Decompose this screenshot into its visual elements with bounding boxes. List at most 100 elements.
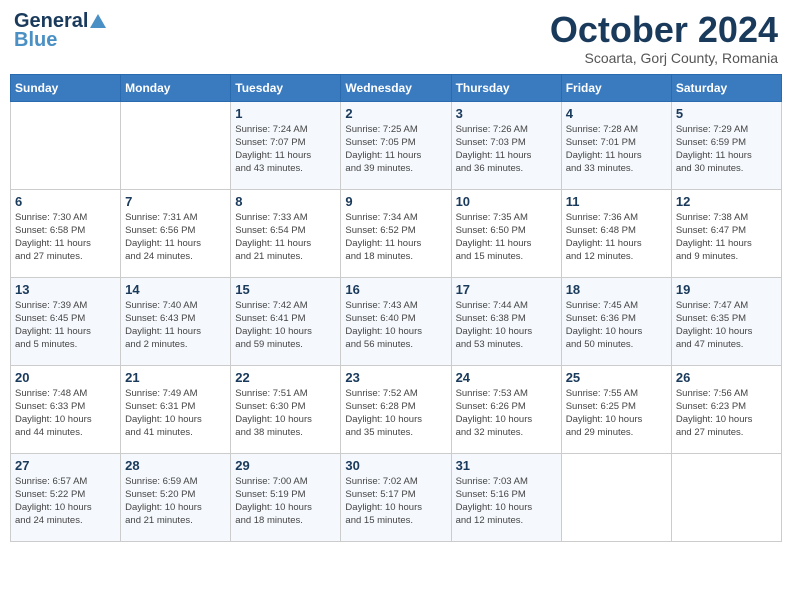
day-number: 21	[125, 370, 226, 385]
column-header-tuesday: Tuesday	[231, 74, 341, 101]
day-cell: 30 Sunrise: 7:02 AM Sunset: 5:17 PM Dayli…	[341, 453, 451, 541]
day-info: Sunrise: 7:00 AM Sunset: 5:19 PM Dayligh…	[235, 475, 336, 528]
month-title: October 2024	[550, 10, 778, 50]
week-row-4: 20Sunrise: 7:48 AM Sunset: 6:33 PM Dayli…	[11, 365, 782, 453]
day-number: 25	[566, 370, 667, 385]
day-info: Sunrise: 7:36 AM Sunset: 6:48 PM Dayligh…	[566, 211, 667, 264]
day-info: Sunrise: 7:52 AM Sunset: 6:28 PM Dayligh…	[345, 387, 446, 440]
day-cell	[121, 101, 231, 189]
day-number: 10	[456, 194, 557, 209]
day-cell: 23 Sunrise: 7:52 AM Sunset: 6:28 PM Dayli…	[341, 365, 451, 453]
day-number: 24	[456, 370, 557, 385]
day-info: Sunrise: 7:28 AM Sunset: 7:01 PM Dayligh…	[566, 123, 667, 176]
day-cell: 14 Sunrise: 7:40 AM Sunset: 6:43 PM Dayli…	[121, 277, 231, 365]
week-row-2: 6Sunrise: 7:30 AM Sunset: 6:58 PM Daylig…	[11, 189, 782, 277]
day-cell: 18 Sunrise: 7:45 AM Sunset: 6:36 PM Dayli…	[561, 277, 671, 365]
day-info: Sunrise: 7:38 AM Sunset: 6:47 PM Dayligh…	[676, 211, 777, 264]
column-header-monday: Monday	[121, 74, 231, 101]
day-cell: 26 Sunrise: 7:56 AM Sunset: 6:23 PM Dayli…	[671, 365, 781, 453]
day-number: 31	[456, 458, 557, 473]
day-number: 8	[235, 194, 336, 209]
day-number: 11	[566, 194, 667, 209]
day-info: Sunrise: 6:59 AM Sunset: 5:20 PM Dayligh…	[125, 475, 226, 528]
calendar-table: SundayMondayTuesdayWednesdayThursdayFrid…	[10, 74, 782, 542]
day-number: 13	[15, 282, 116, 297]
day-info: Sunrise: 7:55 AM Sunset: 6:25 PM Dayligh…	[566, 387, 667, 440]
day-info: Sunrise: 7:51 AM Sunset: 6:30 PM Dayligh…	[235, 387, 336, 440]
day-number: 30	[345, 458, 446, 473]
day-info: Sunrise: 7:56 AM Sunset: 6:23 PM Dayligh…	[676, 387, 777, 440]
day-info: Sunrise: 7:45 AM Sunset: 6:36 PM Dayligh…	[566, 299, 667, 352]
day-number: 17	[456, 282, 557, 297]
day-cell: 17 Sunrise: 7:44 AM Sunset: 6:38 PM Dayli…	[451, 277, 561, 365]
day-info: Sunrise: 7:42 AM Sunset: 6:41 PM Dayligh…	[235, 299, 336, 352]
day-number: 26	[676, 370, 777, 385]
column-header-thursday: Thursday	[451, 74, 561, 101]
day-cell: 11 Sunrise: 7:36 AM Sunset: 6:48 PM Dayli…	[561, 189, 671, 277]
day-info: Sunrise: 7:43 AM Sunset: 6:40 PM Dayligh…	[345, 299, 446, 352]
day-info: Sunrise: 7:03 AM Sunset: 5:16 PM Dayligh…	[456, 475, 557, 528]
title-section: October 2024 Scoarta, Gorj County, Roman…	[550, 10, 778, 66]
day-cell: 5 Sunrise: 7:29 AM Sunset: 6:59 PM Daylig…	[671, 101, 781, 189]
day-cell: 13 Sunrise: 7:39 AM Sunset: 6:45 PM Dayli…	[11, 277, 121, 365]
page-header: General Blue October 2024 Scoarta, Gorj …	[10, 10, 782, 66]
day-info: Sunrise: 7:31 AM Sunset: 6:56 PM Dayligh…	[125, 211, 226, 264]
day-number: 22	[235, 370, 336, 385]
day-cell	[671, 453, 781, 541]
logo: General Blue	[14, 10, 108, 52]
day-cell: 2Sunrise: 7:25 AM Sunset: 7:05 PM Daylig…	[341, 101, 451, 189]
week-row-3: 13 Sunrise: 7:39 AM Sunset: 6:45 PM Dayli…	[11, 277, 782, 365]
location-subtitle: Scoarta, Gorj County, Romania	[550, 50, 778, 66]
day-number: 23	[345, 370, 446, 385]
day-cell: 28 Sunrise: 6:59 AM Sunset: 5:20 PM Dayli…	[121, 453, 231, 541]
week-row-1: 1 Sunrise: 7:24 AM Sunset: 7:07 PM Daylig…	[11, 101, 782, 189]
day-number: 3	[456, 106, 557, 121]
day-number: 4	[566, 106, 667, 121]
day-cell: 19 Sunrise: 7:47 AM Sunset: 6:35 PM Dayli…	[671, 277, 781, 365]
column-header-sunday: Sunday	[11, 74, 121, 101]
header-row: SundayMondayTuesdayWednesdayThursdayFrid…	[11, 74, 782, 101]
day-info: Sunrise: 7:44 AM Sunset: 6:38 PM Dayligh…	[456, 299, 557, 352]
day-cell: 24 Sunrise: 7:53 AM Sunset: 6:26 PM Dayli…	[451, 365, 561, 453]
day-info: Sunrise: 7:26 AM Sunset: 7:03 PM Dayligh…	[456, 123, 557, 176]
day-number: 12	[676, 194, 777, 209]
day-number: 18	[566, 282, 667, 297]
day-info: Sunrise: 7:53 AM Sunset: 6:26 PM Dayligh…	[456, 387, 557, 440]
day-info: Sunrise: 7:39 AM Sunset: 6:45 PM Dayligh…	[15, 299, 116, 352]
day-cell: 20Sunrise: 7:48 AM Sunset: 6:33 PM Dayli…	[11, 365, 121, 453]
column-header-saturday: Saturday	[671, 74, 781, 101]
day-number: 19	[676, 282, 777, 297]
day-cell: 21 Sunrise: 7:49 AM Sunset: 6:31 PM Dayli…	[121, 365, 231, 453]
day-info: Sunrise: 7:02 AM Sunset: 5:17 PM Dayligh…	[345, 475, 446, 528]
week-row-5: 27Sunrise: 6:57 AM Sunset: 5:22 PM Dayli…	[11, 453, 782, 541]
day-info: Sunrise: 7:24 AM Sunset: 7:07 PM Dayligh…	[235, 123, 336, 176]
day-number: 6	[15, 194, 116, 209]
day-number: 2	[345, 106, 446, 121]
day-info: Sunrise: 7:29 AM Sunset: 6:59 PM Dayligh…	[676, 123, 777, 176]
day-cell: 10 Sunrise: 7:35 AM Sunset: 6:50 PM Dayli…	[451, 189, 561, 277]
day-info: Sunrise: 6:57 AM Sunset: 5:22 PM Dayligh…	[15, 475, 116, 528]
day-cell: 6Sunrise: 7:30 AM Sunset: 6:58 PM Daylig…	[11, 189, 121, 277]
day-number: 9	[345, 194, 446, 209]
day-info: Sunrise: 7:33 AM Sunset: 6:54 PM Dayligh…	[235, 211, 336, 264]
day-info: Sunrise: 7:35 AM Sunset: 6:50 PM Dayligh…	[456, 211, 557, 264]
column-header-friday: Friday	[561, 74, 671, 101]
logo-icon	[88, 12, 108, 32]
day-number: 5	[676, 106, 777, 121]
day-cell: 4 Sunrise: 7:28 AM Sunset: 7:01 PM Daylig…	[561, 101, 671, 189]
day-number: 1	[235, 106, 336, 121]
day-number: 29	[235, 458, 336, 473]
day-info: Sunrise: 7:47 AM Sunset: 6:35 PM Dayligh…	[676, 299, 777, 352]
column-header-wednesday: Wednesday	[341, 74, 451, 101]
day-cell	[561, 453, 671, 541]
day-info: Sunrise: 7:49 AM Sunset: 6:31 PM Dayligh…	[125, 387, 226, 440]
day-info: Sunrise: 7:48 AM Sunset: 6:33 PM Dayligh…	[15, 387, 116, 440]
day-cell: 29 Sunrise: 7:00 AM Sunset: 5:19 PM Dayli…	[231, 453, 341, 541]
day-number: 7	[125, 194, 226, 209]
day-info: Sunrise: 7:40 AM Sunset: 6:43 PM Dayligh…	[125, 299, 226, 352]
day-number: 28	[125, 458, 226, 473]
day-info: Sunrise: 7:34 AM Sunset: 6:52 PM Dayligh…	[345, 211, 446, 264]
day-cell: 9 Sunrise: 7:34 AM Sunset: 6:52 PM Daylig…	[341, 189, 451, 277]
day-cell: 16Sunrise: 7:43 AM Sunset: 6:40 PM Dayli…	[341, 277, 451, 365]
day-number: 14	[125, 282, 226, 297]
